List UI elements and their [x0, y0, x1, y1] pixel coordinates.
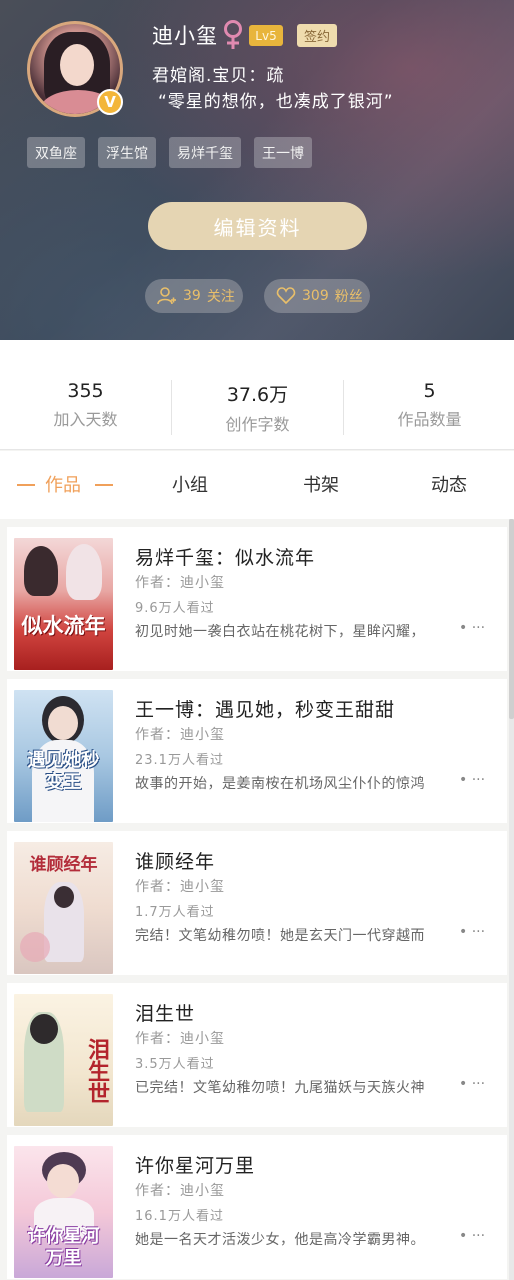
stats-bar: 355 加入天数 37.6万 创作字数 5 作品数量	[0, 340, 514, 450]
scrollbar-thumb[interactable]	[509, 519, 514, 719]
active-tab-indicator	[95, 484, 113, 486]
book-cover[interactable]: 遇见她秒变王	[14, 690, 113, 822]
signed-badge: 签约	[297, 24, 337, 47]
tag-list: 双鱼座 浮生馆 易烊千玺 王一博	[27, 137, 312, 168]
level-badge: Lv5	[249, 25, 283, 46]
stat-value: 37.6万	[226, 384, 289, 406]
tag-item[interactable]: 王一博	[254, 137, 312, 168]
more-icon[interactable]: • ···	[459, 620, 485, 636]
following-button[interactable]: 39 关注	[145, 279, 243, 313]
tag-item[interactable]: 双鱼座	[27, 137, 85, 168]
book-cover[interactable]: 谁顾经年	[14, 842, 113, 974]
book-views: 1.7万人看过	[135, 905, 215, 920]
tab-activity[interactable]: 动态	[431, 471, 467, 497]
book-list: 似水流年 易烊千玺：似水流年 作者：迪小玺 9.6万人看过 初见时她一袭白衣站在…	[0, 519, 514, 1280]
stat-works-count: 5 作品数量	[344, 380, 514, 430]
scrollbar[interactable]	[509, 519, 514, 1280]
fans-count: 309	[302, 288, 329, 304]
book-title: 谁顾经年	[135, 851, 216, 873]
username: 迪小玺	[152, 24, 218, 48]
stat-label: 作品数量	[397, 410, 462, 429]
book-description: 完结！文笔幼稚勿喷！她是玄天门一代穿越而	[135, 928, 425, 944]
book-author: 作者：迪小玺	[135, 1183, 225, 1199]
bio-line-1: 君婠阁.宝贝：疏	[152, 66, 285, 86]
active-tab-indicator	[17, 484, 35, 486]
cover-title: 许你星河万里	[27, 1226, 100, 1269]
book-title: 许你星河万里	[135, 1155, 256, 1177]
tag-item[interactable]: 浮生馆	[98, 137, 156, 168]
more-icon[interactable]: • ···	[459, 924, 485, 940]
following-label: 关注	[206, 289, 235, 305]
book-views: 23.1万人看过	[135, 753, 224, 768]
profile-header: V 迪小玺 Lv5 签约 君婠阁.宝贝：疏 “零星的想你，也凑成了银河” 双鱼座…	[0, 0, 514, 340]
book-cover[interactable]: 许你星河万里	[14, 1146, 113, 1278]
book-description: 故事的开始，是姜南桉在机场风尘仆仆的惊鸿	[135, 776, 425, 792]
cover-title: 谁顾经年	[29, 855, 98, 875]
book-views: 9.6万人看过	[135, 601, 215, 616]
book-views: 3.5万人看过	[135, 1057, 215, 1072]
stat-label: 加入天数	[53, 410, 118, 429]
book-card[interactable]: 许你星河万里 许你星河万里 作者：迪小玺 16.1万人看过 她是一名天才活泼少女…	[7, 1135, 507, 1279]
book-title: 易烊千玺：似水流年	[135, 547, 316, 569]
book-views: 16.1万人看过	[135, 1209, 224, 1224]
book-card[interactable]: 泪生世 泪生世 作者：迪小玺 3.5万人看过 已完结！文笔幼稚勿喷！九尾猫妖与天…	[7, 983, 507, 1127]
more-icon[interactable]: • ···	[459, 772, 485, 788]
tag-item[interactable]: 易烊千玺	[169, 137, 241, 168]
tab-groups[interactable]: 小组	[172, 471, 208, 497]
book-title: 泪生世	[135, 1003, 196, 1025]
book-description: 初见时她一袭白衣站在桃花树下，星眸闪耀，	[135, 624, 425, 640]
female-icon	[224, 20, 242, 49]
cover-title: 泪生世	[84, 1038, 110, 1104]
more-icon[interactable]: • ···	[459, 1076, 485, 1092]
fans-button[interactable]: 309 粉丝	[264, 279, 370, 313]
edit-profile-button[interactable]: 编辑资料	[148, 202, 367, 250]
more-icon[interactable]: • ···	[459, 1228, 485, 1244]
book-author: 作者：迪小玺	[135, 575, 225, 591]
book-cover[interactable]: 泪生世	[14, 994, 113, 1126]
cover-title: 遇见她秒变王	[27, 750, 100, 793]
tab-bookshelf[interactable]: 书架	[303, 471, 339, 497]
book-author: 作者：迪小玺	[135, 1031, 225, 1047]
tab-works[interactable]: 作品	[45, 471, 81, 497]
stat-word-count: 37.6万 创作字数	[172, 380, 343, 435]
book-card[interactable]: 遇见她秒变王 王一博：遇见她，秒变王甜甜 作者：迪小玺 23.1万人看过 故事的…	[7, 679, 507, 823]
fans-label: 粉丝	[334, 289, 363, 305]
stat-label: 创作字数	[225, 415, 290, 434]
stat-value: 5	[423, 380, 436, 402]
book-cover[interactable]: 似水流年	[14, 538, 113, 670]
user-add-icon	[157, 287, 176, 305]
bio-line-2: “零星的想你，也凑成了银河”	[158, 92, 394, 112]
cover-title: 似水流年	[21, 613, 106, 638]
book-description: 她是一名天才活泼少女，他是高冷学霸男神。	[135, 1232, 425, 1248]
book-card[interactable]: 谁顾经年 谁顾经年 作者：迪小玺 1.7万人看过 完结！文笔幼稚勿喷！她是玄天门…	[7, 831, 507, 975]
verified-icon: V	[97, 89, 123, 115]
book-author: 作者：迪小玺	[135, 879, 225, 895]
stat-join-days: 355 加入天数	[0, 380, 171, 430]
stat-value: 355	[67, 380, 104, 402]
book-description: 已完结！文笔幼稚勿喷！九尾猫妖与天族火神	[135, 1080, 425, 1096]
tab-bar: 作品 小组 书架 动态	[0, 451, 514, 519]
heart-icon	[276, 287, 296, 305]
book-card[interactable]: 似水流年 易烊千玺：似水流年 作者：迪小玺 9.6万人看过 初见时她一袭白衣站在…	[7, 527, 507, 671]
following-count: 39	[183, 288, 201, 304]
book-author: 作者：迪小玺	[135, 727, 225, 743]
book-title: 王一博：遇见她，秒变王甜甜	[135, 699, 396, 721]
